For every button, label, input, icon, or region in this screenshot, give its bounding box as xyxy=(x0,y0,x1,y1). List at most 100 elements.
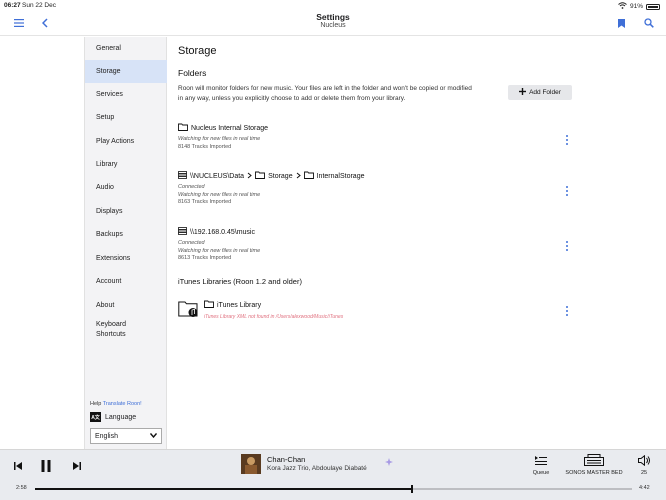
nav-item-extensions[interactable]: Extensions xyxy=(85,247,167,270)
language-label: Language xyxy=(105,413,137,421)
folder-track-count: 8613 Tracks Imported xyxy=(178,255,232,261)
folder-icon xyxy=(303,171,314,181)
search-icon[interactable] xyxy=(642,16,656,30)
left-panel xyxy=(0,37,84,449)
nav-item-play-actions[interactable]: Play Actions xyxy=(85,130,167,153)
nav-item-audio[interactable]: Audio xyxy=(85,176,167,199)
folder-icon xyxy=(178,123,188,133)
track-title[interactable]: Chan-Chan xyxy=(267,455,305,464)
zone-label[interactable]: SONOS MASTER BED xyxy=(560,470,628,476)
folder-more-icon[interactable] xyxy=(563,133,571,147)
folder-row: \\NUCLEUS\Data Storage InternalStorage C… xyxy=(178,171,618,207)
folder-connected: Connected xyxy=(178,240,205,246)
nav-keyboard-line2: Shortcuts xyxy=(96,330,126,338)
zone-speaker-icon[interactable] xyxy=(584,454,604,468)
folder-icon xyxy=(204,300,214,310)
page-subtitle: Nucleus xyxy=(320,22,346,29)
language-select[interactable]: English xyxy=(90,428,162,444)
nav-item-general[interactable]: General xyxy=(85,37,167,60)
folder-path-segment: InternalStorage xyxy=(316,172,365,180)
itunes-heading: iTunes Libraries (Roon 1.2 and older) xyxy=(178,277,302,286)
itunes-details: iTunes Library iTunes Library XML not fo… xyxy=(204,300,343,320)
help-translate: Help Translate Roon! xyxy=(90,401,142,407)
path-separator-icon xyxy=(296,172,301,181)
track-duration: 4:42 xyxy=(639,485,650,491)
plus-icon xyxy=(519,88,527,97)
folder-path: Nucleus Internal Storage xyxy=(178,123,618,133)
previous-track-icon[interactable] xyxy=(11,459,25,473)
progress-bar[interactable] xyxy=(35,485,632,493)
status-time: 06:27 xyxy=(4,2,21,9)
settings-nav: General Storage Services Setup Play Acti… xyxy=(84,37,167,449)
nav-item-backups[interactable]: Backups xyxy=(85,223,167,246)
settings-header: Settings Nucleus xyxy=(0,12,666,36)
folders-description: Roon will monitor folders for new music.… xyxy=(178,85,472,102)
status-date: Sun 22 Dec xyxy=(22,2,56,9)
network-drive-icon xyxy=(178,227,187,237)
nav-item-account[interactable]: Account xyxy=(85,270,167,293)
folder-icon xyxy=(255,171,266,181)
language-icon: A文 xyxy=(90,412,101,422)
folder-name: \\192.168.0.45\music xyxy=(190,228,255,236)
folder-status: Watching for new files in real time xyxy=(178,247,261,254)
itunes-error: iTunes Library XML not found in /Users/a… xyxy=(204,314,344,320)
nav-item-about[interactable]: About xyxy=(85,294,167,317)
volume-icon[interactable] xyxy=(638,454,651,468)
folder-row: \\192.168.0.45\music Connected Watching … xyxy=(178,227,618,263)
elapsed-time: 2:58 xyxy=(16,485,27,491)
status-bar: 06:27 Sun 22 Dec 91% xyxy=(0,0,666,12)
nav-keyboard-line1: Keyboard xyxy=(96,321,126,328)
battery-icon xyxy=(646,3,660,10)
pause-icon[interactable] xyxy=(39,459,53,473)
volume-level[interactable]: 25 xyxy=(636,470,652,476)
folder-more-icon[interactable] xyxy=(563,184,571,198)
itunes-more-icon[interactable] xyxy=(563,304,571,318)
wifi-icon xyxy=(618,2,627,11)
add-folder-button[interactable]: Add Folder xyxy=(508,85,572,100)
queue-icon[interactable] xyxy=(535,456,547,467)
storage-title: Storage xyxy=(178,45,217,57)
itunes-name: iTunes Library xyxy=(217,301,262,309)
folder-track-count: 8163 Tracks Imported xyxy=(178,199,232,205)
folder-path: \\192.168.0.45\music xyxy=(178,227,618,237)
folders-heading: Folders xyxy=(178,68,207,78)
folder-path-segment: Storage xyxy=(268,172,293,180)
track-artist[interactable]: Kora Jazz Trio, Abdoulaye Diabaté xyxy=(267,465,367,472)
folder-more-icon[interactable] xyxy=(563,239,571,253)
nav-item-keyboard-shortcuts[interactable]: Keyboard Shortcuts xyxy=(85,318,167,342)
progress-knob[interactable] xyxy=(411,485,413,493)
radio-sparkle-icon[interactable] xyxy=(385,458,393,468)
translate-link[interactable]: Translate Roon! xyxy=(103,401,142,407)
nav-item-displays[interactable]: Displays xyxy=(85,200,167,223)
folder-status: Watching for new files in real time xyxy=(178,191,261,198)
queue-label[interactable]: Queue xyxy=(526,470,556,476)
folder-name: Nucleus Internal Storage xyxy=(191,124,269,132)
language-row: A文 Language xyxy=(90,412,136,422)
language-value: English xyxy=(95,432,118,440)
nav-item-services[interactable]: Services xyxy=(85,83,167,106)
folder-path: \\NUCLEUS\Data Storage InternalStorage xyxy=(178,171,618,181)
folder-connected: Connected xyxy=(178,184,205,190)
add-folder-label: Add Folder xyxy=(529,89,561,96)
player-bar: Chan-Chan Kora Jazz Trio, Abdoulaye Diab… xyxy=(0,449,666,500)
help-label: Help xyxy=(90,401,102,407)
storage-panel: Storage Folders Roon will monitor folder… xyxy=(168,37,666,449)
itunes-folder-icon xyxy=(178,300,199,320)
folder-status: Watching for new files in real time xyxy=(178,136,261,142)
status-right: 91% xyxy=(618,2,660,11)
nav-item-library[interactable]: Library xyxy=(85,153,167,176)
album-art[interactable] xyxy=(241,454,261,474)
bookmark-icon[interactable] xyxy=(615,16,627,30)
progress-fill xyxy=(35,488,412,490)
next-track-icon[interactable] xyxy=(70,459,84,473)
battery-percent: 91% xyxy=(629,3,643,10)
page-title: Settings xyxy=(316,12,350,22)
path-separator-icon xyxy=(247,172,252,181)
folder-track-count: 8148 Tracks Imported xyxy=(178,143,232,150)
nav-item-storage[interactable]: Storage xyxy=(85,60,167,83)
network-drive-icon xyxy=(178,171,187,181)
folder-path-segment: \\NUCLEUS\Data xyxy=(190,172,245,180)
nav-item-setup[interactable]: Setup xyxy=(85,106,167,129)
itunes-row: iTunes Library iTunes Library XML not fo… xyxy=(178,300,618,320)
folder-row: Nucleus Internal Storage Watching for ne… xyxy=(178,123,618,151)
